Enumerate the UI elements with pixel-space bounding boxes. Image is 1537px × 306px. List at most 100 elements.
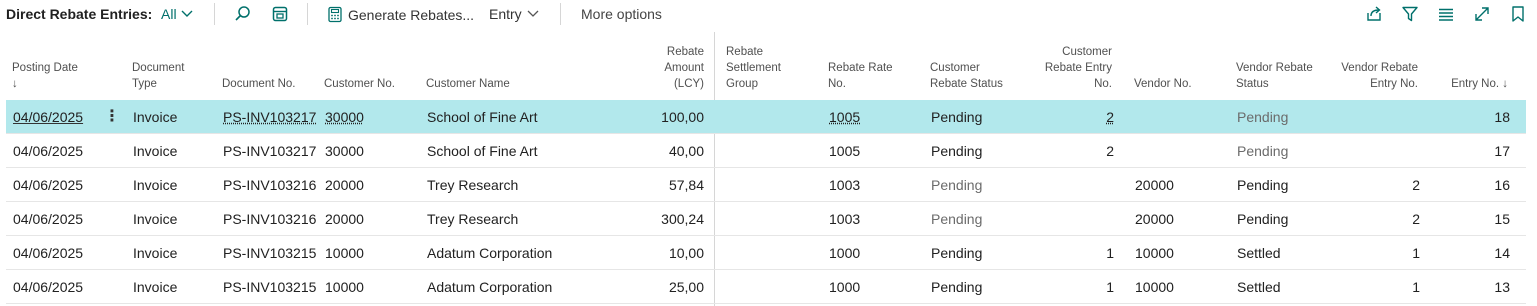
toolbar-divider	[307, 3, 308, 25]
cell-customer-rebate-entry-no[interactable]: 1	[1016, 270, 1114, 304]
table-row[interactable]: 04/06/2025 Invoice PS-INV103215 10000 Ad…	[6, 236, 1526, 270]
cell-document-no[interactable]: PS-INV103217	[223, 134, 316, 168]
cell-posting-date[interactable]: 04/06/2025	[13, 270, 83, 304]
table-row[interactable]: 04/06/2025 ⋮ Invoice PS-INV103217 30000 …	[6, 100, 1526, 134]
cell-customer-name: School of Fine Art	[427, 143, 538, 159]
col-header-label: Status	[1236, 78, 1269, 90]
cell-rebate-amount: 40,00	[668, 143, 704, 159]
cell-rebate-amount: 10,00	[668, 245, 704, 261]
cell-rebate-amount: 100,00	[661, 109, 704, 125]
cell-customer-no[interactable]: 20000	[325, 202, 364, 236]
cell-vendor-rebate-status: Pending	[1237, 177, 1289, 193]
cell-vendor-rebate-entry-no	[1322, 134, 1420, 168]
cell-vendor-no: 10000	[1135, 279, 1174, 295]
cell-customer-no[interactable]: 30000	[325, 134, 364, 168]
col-header-document-no[interactable]: Document No.	[222, 76, 296, 92]
cell-customer-no[interactable]: 10000	[325, 236, 364, 270]
col-header-customer-rebate-entry-no[interactable]: Customer Rebate Entry No.	[1016, 44, 1112, 92]
cell-rebate-amount: 57,84	[668, 177, 704, 193]
col-header-rebate-amount[interactable]: Rebate Amount (LCY)	[606, 44, 704, 92]
col-header-entry-no[interactable]: Entry No. ↓	[1426, 76, 1508, 92]
cell-customer-rebate-status: Pending	[931, 109, 983, 125]
calculator-icon	[327, 6, 343, 23]
list-view-icon[interactable]	[1435, 3, 1457, 25]
cell-customer-no[interactable]: 10000	[325, 270, 364, 304]
cell-vendor-rebate-status: Pending	[1237, 109, 1289, 125]
cell-rebate-rate-no[interactable]: 1000	[829, 270, 860, 304]
col-header-customer-rebate-status[interactable]: Customer Rebate Status	[930, 60, 1003, 92]
cell-posting-date[interactable]: 04/06/2025	[13, 100, 83, 134]
col-header-label: Posting Date	[12, 62, 78, 74]
table-row[interactable]: 04/06/2025 Invoice PS-INV103217 30000 Sc…	[6, 134, 1526, 168]
cell-rebate-rate-no[interactable]: 1003	[829, 168, 860, 202]
cell-rebate-rate-no[interactable]: 1005	[829, 100, 860, 134]
cell-customer-name: School of Fine Art	[427, 109, 538, 125]
filter-icon[interactable]	[1399, 3, 1421, 25]
generate-rebates-button[interactable]: Generate Rebates...	[327, 6, 474, 23]
cell-document-no[interactable]: PS-INV103217	[223, 100, 316, 134]
share-icon[interactable]	[1363, 3, 1385, 25]
cell-customer-rebate-entry-no[interactable]	[1016, 168, 1114, 202]
cell-document-no[interactable]: PS-INV103215	[223, 236, 316, 270]
col-header-label: Rebate Status	[930, 78, 1003, 90]
cell-posting-date[interactable]: 04/06/2025	[13, 236, 83, 270]
col-header-vendor-rebate-entry-no[interactable]: Vendor Rebate Entry No.	[1322, 60, 1418, 92]
col-header-vendor-rebate-status[interactable]: Vendor Rebate Status	[1236, 60, 1313, 92]
cell-vendor-no: 20000	[1135, 177, 1174, 193]
col-header-settlement-group[interactable]: Rebate Settlement Group	[726, 44, 781, 92]
rebate-entries-grid: Posting Date ↓ Document Type Document No…	[6, 32, 1526, 304]
col-header-customer-no[interactable]: Customer No.	[324, 76, 395, 92]
col-header-label: Rebate Rate	[828, 62, 893, 74]
table-row[interactable]: 04/06/2025 Invoice PS-INV103216 20000 Tr…	[6, 202, 1526, 236]
view-selector-label: All	[161, 6, 177, 22]
cell-customer-rebate-entry-no[interactable]: 1	[1016, 236, 1114, 270]
cell-posting-date[interactable]: 04/06/2025	[13, 168, 83, 202]
expand-icon[interactable]	[1471, 3, 1493, 25]
cell-posting-date[interactable]: 04/06/2025	[13, 202, 83, 236]
chevron-down-icon	[527, 10, 539, 18]
cell-customer-no[interactable]: 20000	[325, 168, 364, 202]
col-header-rebate-rate-no[interactable]: Rebate Rate No.	[828, 60, 893, 92]
col-header-vendor-no[interactable]: Vendor No.	[1134, 76, 1192, 92]
col-header-document-type[interactable]: Document Type	[132, 60, 184, 92]
cell-customer-name: Adatum Corporation	[427, 245, 553, 261]
action-bar: Direct Rebate Entries: All Generate Reba…	[0, 0, 1537, 30]
cell-rebate-rate-no[interactable]: 1005	[829, 134, 860, 168]
cell-rebate-amount: 300,24	[661, 211, 704, 227]
col-header-label: Group	[726, 78, 758, 90]
edit-list-icon[interactable]	[270, 4, 290, 24]
entry-menu-button[interactable]: Entry	[489, 6, 539, 22]
bookmark-icon[interactable]	[1507, 3, 1529, 25]
cell-customer-no[interactable]: 30000	[325, 100, 364, 134]
table-row[interactable]: 04/06/2025 Invoice PS-INV103215 10000 Ad…	[6, 270, 1526, 304]
cell-vendor-no: 20000	[1135, 211, 1174, 227]
search-icon[interactable]	[233, 4, 253, 24]
cell-entry-no: 18	[1494, 109, 1510, 125]
cell-document-type: Invoice	[133, 177, 178, 193]
col-header-customer-name[interactable]: Customer Name	[426, 76, 510, 92]
view-selector[interactable]: All	[161, 6, 193, 22]
cell-entry-no: 16	[1494, 177, 1510, 193]
cell-customer-rebate-status: Pending	[931, 245, 983, 261]
cell-rebate-rate-no[interactable]: 1003	[829, 202, 860, 236]
cell-customer-rebate-entry-no[interactable]	[1016, 202, 1114, 236]
cell-customer-name: Trey Research	[427, 211, 519, 227]
cell-document-no[interactable]: PS-INV103216	[223, 168, 316, 202]
cell-document-no[interactable]: PS-INV103216	[223, 202, 316, 236]
chevron-down-icon	[181, 10, 193, 18]
cell-vendor-rebate-entry-no	[1322, 100, 1420, 134]
cell-rebate-rate-no[interactable]: 1000	[829, 236, 860, 270]
cell-customer-rebate-entry-no[interactable]: 2	[1016, 100, 1114, 134]
cell-posting-date[interactable]: 04/06/2025	[13, 134, 83, 168]
generate-rebates-label: Generate Rebates...	[348, 6, 475, 23]
table-row[interactable]: 04/06/2025 Invoice PS-INV103216 20000 Tr…	[6, 168, 1526, 202]
more-options-button[interactable]: More options	[581, 6, 662, 22]
col-header-posting-date[interactable]: Posting Date ↓	[12, 60, 78, 92]
row-menu-icon[interactable]: ⋮	[104, 100, 120, 134]
cell-document-type: Invoice	[133, 245, 178, 261]
cell-customer-rebate-entry-no[interactable]: 2	[1016, 134, 1114, 168]
col-header-label: Settlement	[726, 62, 781, 74]
cell-document-no[interactable]: PS-INV103215	[223, 270, 316, 304]
col-header-label: Vendor Rebate	[1341, 62, 1418, 74]
col-header-label: No.	[1094, 78, 1112, 90]
